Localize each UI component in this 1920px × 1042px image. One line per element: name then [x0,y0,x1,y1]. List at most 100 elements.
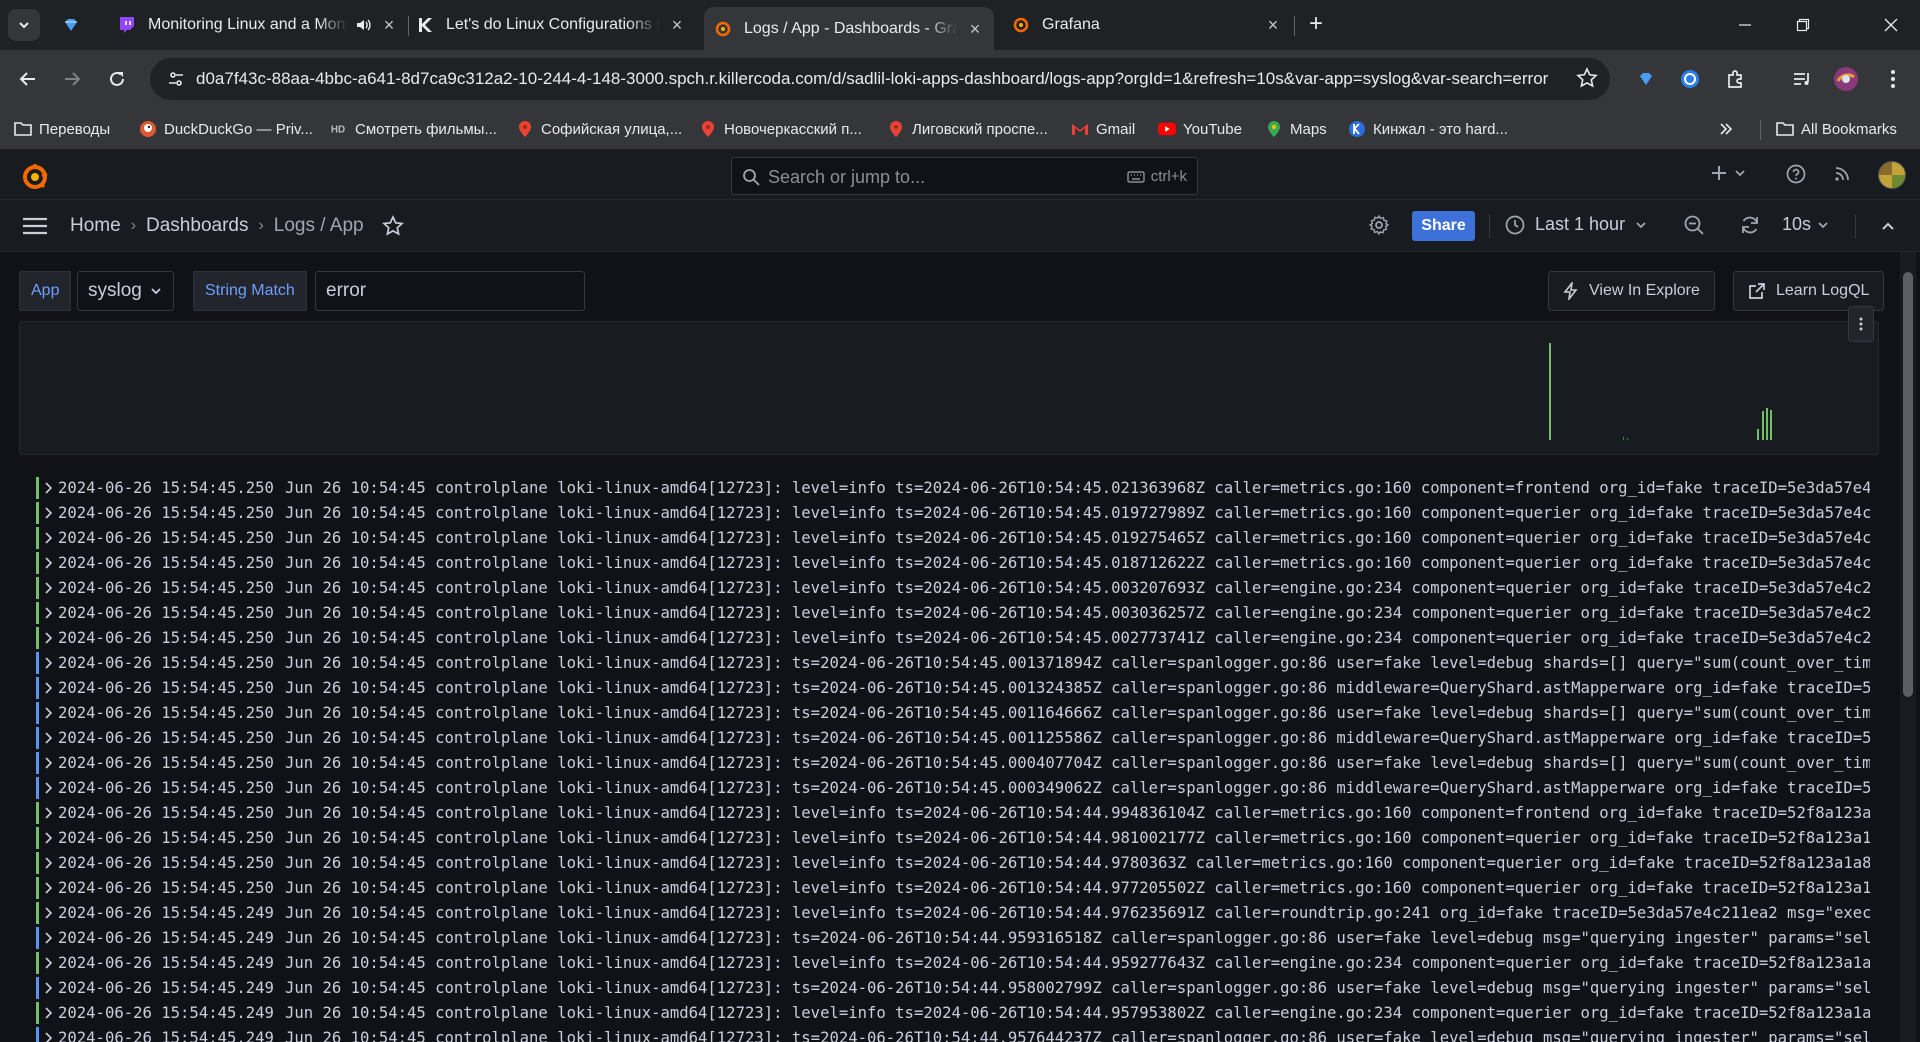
expand-chevron-icon[interactable] [44,481,54,494]
url-text[interactable]: d0a7f43c-88aa-4bbc-a641-8d7ca9c312a2-10-… [196,69,1556,89]
view-in-explore-button[interactable]: View In Explore [1548,271,1715,311]
profile-avatar-icon[interactable] [1830,63,1862,95]
bookmark-item[interactable]: YouTube [1158,116,1242,142]
log-row[interactable]: 2024-06-26 15:54:45.250 Jun 26 10:54:45 c… [36,725,1870,750]
search-bar[interactable]: Search or jump to... ctrl+k [731,157,1198,195]
expand-chevron-icon[interactable] [44,556,54,569]
log-row[interactable]: 2024-06-26 15:54:45.250 Jun 26 10:54:45 c… [36,800,1870,825]
bookmark-item[interactable]: Кинжал - это hard... [1348,116,1508,142]
expand-chevron-icon[interactable] [44,581,54,594]
refresh-dashboard-button[interactable] [1739,214,1761,236]
log-row[interactable]: 2024-06-26 15:54:45.250 Jun 26 10:54:45 c… [36,475,1870,500]
log-row[interactable]: 2024-06-26 15:54:45.249 Jun 26 10:54:45 c… [36,900,1870,925]
bookmark-item[interactable]: Maps [1265,116,1327,142]
expand-chevron-icon[interactable] [44,506,54,519]
browser-menu-icon[interactable] [1877,63,1909,95]
expand-chevron-icon[interactable] [44,881,54,894]
expand-chevron-icon[interactable] [44,831,54,844]
refresh-interval-picker[interactable]: 10s [1782,214,1829,235]
expand-chevron-icon[interactable] [44,706,54,719]
app-variable-select[interactable]: syslog [77,271,174,311]
expand-chevron-icon[interactable] [44,656,54,669]
log-row[interactable]: 2024-06-26 15:54:45.250 Jun 26 10:54:45 c… [36,675,1870,700]
log-row[interactable]: 2024-06-26 15:54:45.250 Jun 26 10:54:45 c… [36,525,1870,550]
back-button[interactable] [12,63,44,95]
media-control-icon[interactable] [1786,63,1818,95]
expand-chevron-icon[interactable] [44,606,54,619]
tab-monitoring-linux[interactable]: Monitoring Linux and a Monitoring × [108,7,408,43]
more-bookmarks-button[interactable] [1718,116,1734,142]
close-tab-icon[interactable]: × [966,20,984,38]
log-row[interactable]: 2024-06-26 15:54:45.249 Jun 26 10:54:45 c… [36,1000,1870,1025]
news-button[interactable] [1834,164,1852,182]
expand-chevron-icon[interactable] [44,531,54,544]
speaker-icon[interactable] [354,16,372,34]
bookmark-star-icon[interactable] [1576,67,1598,89]
time-range-picker[interactable]: Last 1 hour [1505,214,1647,235]
expand-chevron-icon[interactable] [44,806,54,819]
log-row[interactable]: 2024-06-26 15:54:45.250 Jun 26 10:54:45 c… [36,650,1870,675]
bookmark-item[interactable]: Переводы [14,116,110,142]
log-row[interactable]: 2024-06-26 15:54:45.249 Jun 26 10:54:45 c… [36,950,1870,975]
breadcrumb-home[interactable]: Home [70,215,121,237]
close-window-button[interactable] [1862,0,1920,50]
expand-chevron-icon[interactable] [44,1031,54,1042]
expand-chevron-icon[interactable] [44,681,54,694]
log-row[interactable]: 2024-06-26 15:54:45.250 Jun 26 10:54:45 c… [36,700,1870,725]
new-dropdown-button[interactable] [1710,164,1746,182]
learn-logql-button[interactable]: Learn LogQL [1733,271,1885,311]
help-button[interactable] [1786,164,1806,184]
log-row[interactable]: 2024-06-26 15:54:45.250 Jun 26 10:54:45 c… [36,825,1870,850]
log-row[interactable]: 2024-06-26 15:54:45.250 Jun 26 10:54:45 c… [36,850,1870,875]
grafana-logo-icon[interactable] [20,162,50,192]
expand-chevron-icon[interactable] [44,731,54,744]
restore-button[interactable] [1774,0,1832,50]
expand-chevron-icon[interactable] [44,931,54,944]
bookmark-item[interactable]: Новочеркасский п... [699,116,862,142]
log-row[interactable]: 2024-06-26 15:54:45.250 Jun 26 10:54:45 c… [36,500,1870,525]
site-info-icon[interactable] [160,63,192,95]
tab-grafana[interactable]: Grafana × [1002,7,1292,43]
log-row[interactable]: 2024-06-26 15:54:45.249 Jun 26 10:54:45 c… [36,975,1870,1000]
log-row[interactable]: 2024-06-26 15:54:45.250 Jun 26 10:54:45 c… [36,775,1870,800]
expand-chevron-icon[interactable] [44,631,54,644]
expand-chevron-icon[interactable] [44,906,54,919]
breadcrumb-dashboards[interactable]: Dashboards [146,215,248,237]
forward-button[interactable] [56,63,88,95]
log-row[interactable]: 2024-06-26 15:54:45.250 Jun 26 10:54:45 c… [36,875,1870,900]
extension-diamond-icon[interactable] [1630,63,1662,95]
log-row[interactable]: 2024-06-26 15:54:45.250 Jun 26 10:54:45 c… [36,750,1870,775]
expand-chevron-icon[interactable] [44,756,54,769]
bookmark-item[interactable]: HD Смотреть фильмы... [330,116,497,142]
panel-menu-button[interactable] [1848,306,1874,342]
expand-chevron-icon[interactable] [44,1006,54,1019]
log-row[interactable]: 2024-06-26 15:54:45.250 Jun 26 10:54:45 c… [36,550,1870,575]
reload-button[interactable] [101,63,133,95]
close-tab-icon[interactable]: × [668,16,686,34]
expand-chevron-icon[interactable] [44,981,54,994]
minimize-button[interactable] [1716,0,1774,50]
pinned-tab[interactable] [58,12,84,38]
close-tab-icon[interactable]: × [1264,16,1282,34]
zoom-out-button[interactable] [1683,214,1705,236]
bookmark-item[interactable]: Лиговский проспе... [887,116,1048,142]
log-row[interactable]: 2024-06-26 15:54:45.250 Jun 26 10:54:45 c… [36,625,1870,650]
scrollbar-thumb[interactable] [1903,272,1913,697]
expand-chevron-icon[interactable] [44,956,54,969]
extension-circle-icon[interactable] [1674,63,1706,95]
favorite-star-icon[interactable] [381,215,404,237]
log-row[interactable]: 2024-06-26 15:54:45.249 Jun 26 10:54:45 c… [36,925,1870,950]
address-bar[interactable]: d0a7f43c-88aa-4bbc-a641-8d7ca9c312a2-10-… [150,58,1610,100]
menu-toggle-button[interactable] [22,216,48,236]
string-match-input[interactable]: error [315,271,585,311]
user-avatar[interactable] [1878,161,1906,189]
new-tab-button[interactable]: + [1302,10,1330,38]
log-row[interactable]: 2024-06-26 15:54:45.249 Jun 26 10:54:45 c… [36,1025,1870,1042]
all-bookmarks-button[interactable]: All Bookmarks [1776,116,1897,142]
extensions-puzzle-icon[interactable] [1720,63,1752,95]
bookmark-item[interactable]: Софийская улица,... [516,116,682,142]
tab-logs-app[interactable]: Logs / App - Dashboards - Grafana × [704,7,994,50]
tab-linux-configurations[interactable]: Let's do Linux Configurations | Killerco… [406,7,696,43]
expand-chevron-icon[interactable] [44,781,54,794]
dashboard-settings-button[interactable] [1368,214,1390,236]
